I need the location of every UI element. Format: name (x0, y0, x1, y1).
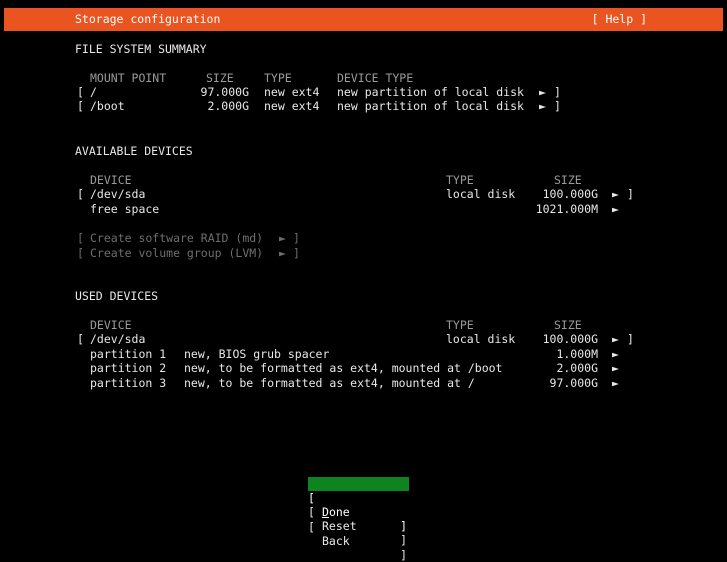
left-bracket: [ (77, 246, 84, 260)
right-bracket: ] (400, 519, 407, 533)
fs-device-type: new partition of local disk (337, 85, 524, 99)
col-type: TYPE (446, 318, 474, 332)
arrow-right-icon: ► (279, 231, 286, 245)
col-size: SIZE (554, 318, 582, 332)
col-type: TYPE (264, 71, 292, 85)
arrow-right-icon: ► (279, 246, 286, 260)
back-label: Back (322, 534, 350, 548)
device-name: /dev/sda (90, 187, 146, 201)
partition-name: partition 3 (90, 376, 167, 390)
page-title: Storage configuration (75, 12, 221, 26)
arrow-right-icon: ► (539, 99, 546, 113)
col-device: DEVICE (90, 318, 132, 332)
free-space-label: free space (90, 202, 160, 216)
create-lvm-label: Create volume group (LVM) (90, 246, 264, 260)
partition-desc: new, to be formatted as ext4, mounted at… (184, 376, 475, 390)
fs-size: 97.000G (200, 85, 249, 99)
right-bracket: ] (400, 548, 407, 562)
device-type: local disk (446, 187, 516, 201)
reset-label: Reset (322, 519, 357, 533)
left-bracket: [ (77, 99, 84, 113)
arrow-right-icon: ► (612, 187, 619, 201)
fs-size: 2.000G (207, 99, 249, 113)
fs-mount: /boot (90, 99, 125, 113)
used-devices-heading: USED DEVICES (75, 289, 159, 303)
partition-size: 2.000G (556, 361, 598, 375)
create-raid-label: Create software RAID (md) (90, 231, 264, 245)
free-space-size: 1021.000M (535, 202, 598, 216)
right-bracket: ] (400, 533, 407, 547)
left-bracket: [ (77, 85, 84, 99)
right-bracket: ] (554, 99, 561, 113)
available-devices-heading: AVAILABLE DEVICES (75, 144, 193, 158)
arrow-right-icon: ► (612, 332, 619, 346)
back-button[interactable]: [ Back ] (308, 506, 409, 562)
col-device-type: DEVICE TYPE (337, 71, 414, 85)
fs-summary-heading: FILE SYSTEM SUMMARY (75, 42, 207, 56)
right-bracket: ] (293, 246, 300, 260)
arrow-right-icon: ► (612, 376, 619, 390)
arrow-right-icon: ► (612, 361, 619, 375)
device-name: /dev/sda (90, 332, 146, 346)
arrow-right-icon: ► (612, 202, 619, 216)
device-type: local disk (446, 332, 516, 346)
partition-size: 1.000M (556, 347, 598, 361)
right-bracket: ] (293, 231, 300, 245)
right-bracket: ] (554, 85, 561, 99)
done-button[interactable]: [ Done ] (308, 477, 409, 533)
title-bar: Storage configuration [ Help ] (4, 8, 723, 31)
device-size: 100.000G (542, 332, 598, 346)
partition-desc: new, BIOS grub spacer (184, 347, 330, 361)
col-size: SIZE (206, 71, 234, 85)
right-bracket: ] (627, 332, 634, 346)
col-mount-point: MOUNT POINT (90, 71, 167, 85)
fs-mount: / (90, 85, 97, 99)
left-bracket: [ (77, 187, 84, 201)
arrow-right-icon: ► (612, 347, 619, 361)
reset-button[interactable]: [ Reset ] (308, 491, 409, 547)
arrow-right-icon: ► (539, 85, 546, 99)
device-size: 100.000G (542, 187, 598, 201)
col-size: SIZE (554, 173, 582, 187)
help-button[interactable]: [ Help ] (592, 12, 647, 26)
fs-type: new ext4 (264, 99, 320, 113)
left-bracket: [ (77, 231, 84, 245)
partition-name: partition 2 (90, 361, 167, 375)
col-device: DEVICE (90, 173, 132, 187)
partition-desc: new, to be formatted as ext4, mounted at… (184, 361, 503, 375)
fs-type: new ext4 (264, 85, 320, 99)
left-bracket: [ (77, 332, 84, 346)
right-bracket: ] (627, 187, 634, 201)
col-type: TYPE (446, 173, 474, 187)
partition-size: 97.000G (549, 376, 598, 390)
fs-device-type: new partition of local disk (337, 99, 524, 113)
partition-name: partition 1 (90, 347, 167, 361)
